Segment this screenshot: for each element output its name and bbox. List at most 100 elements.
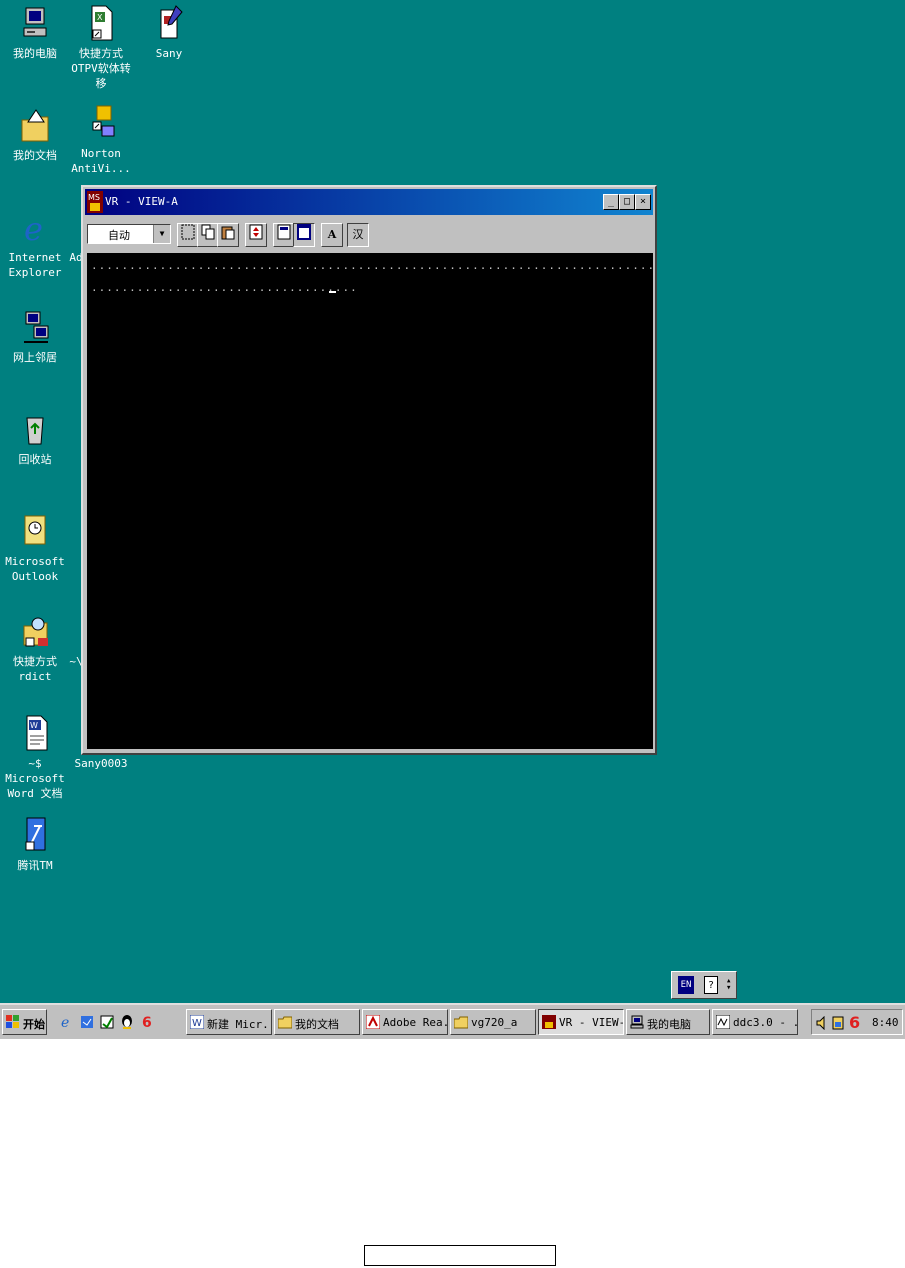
properties-button[interactable] — [273, 223, 295, 247]
svg-text:6: 6 — [849, 1013, 860, 1031]
options-arrows-icon[interactable]: ▴ ▾ — [726, 977, 731, 993]
desktop-icon-label: Internet Explorer — [8, 251, 62, 279]
desktop-icon-label: 我的文档 — [13, 149, 57, 162]
desktop-icon-rdict-shortcut[interactable]: 快捷方式 rdict — [0, 612, 70, 684]
desktop-icon-my-documents[interactable]: 我的文档 — [0, 106, 70, 163]
ddc-icon — [715, 1014, 731, 1030]
excel-shortcut-icon: X — [84, 4, 118, 44]
maximize-button[interactable]: □ — [619, 194, 635, 210]
svg-text:e: e — [61, 1015, 69, 1030]
desktop-icon-word-doc[interactable]: W ~$ Microsoft Word 文档 — [0, 714, 70, 801]
task-label: ddc3.0 - ... — [733, 1016, 797, 1029]
paste-button[interactable] — [217, 223, 239, 247]
svg-text:6: 6 — [142, 1015, 152, 1030]
help-icon[interactable]: ? — [704, 976, 718, 994]
task-button-vr-view-a[interactable]: VR - VIEW-A — [538, 1009, 624, 1035]
font-size-combo-value: 自动 — [108, 229, 130, 242]
desktop-icon-label: 网上邻居 — [13, 351, 57, 364]
tencent-quicklaunch-icon[interactable]: 6 — [140, 1014, 154, 1031]
background-button[interactable] — [293, 223, 315, 247]
app-icon: MS — [87, 191, 103, 213]
start-button[interactable]: 开始 — [2, 1009, 47, 1035]
desktop-icon-recycle-bin[interactable]: 回收站 — [0, 410, 70, 467]
svg-text:e: e — [24, 210, 43, 248]
ie-quicklaunch-icon[interactable]: e — [60, 1014, 74, 1031]
start-label: 开始 — [23, 1018, 45, 1031]
desktop-icon-tencent-tm[interactable]: 腾讯TM — [0, 816, 70, 873]
language-bar: EN ? ▴ ▾ — [671, 971, 737, 999]
desktop-icon-outlook[interactable]: Microsoft Outlook — [0, 512, 70, 584]
desktop-icon-label: Sany — [155, 47, 183, 60]
paste-icon — [221, 226, 235, 240]
desktop-icon-norton[interactable]: Norton AntiVi... — [66, 104, 136, 176]
desktop: 我的电脑 X 快捷方式 OTPV软体转移 Sany 我的文档 Norton An… — [0, 0, 905, 1003]
app-icon — [542, 1015, 556, 1029]
text-cursor — [329, 291, 336, 293]
properties-icon — [277, 224, 291, 240]
clock[interactable]: 8:40 — [872, 1016, 899, 1029]
desktop-icon-label: 回收站 — [18, 453, 52, 466]
task-button-adobe-reader[interactable]: Adobe Rea... — [362, 1009, 448, 1035]
word-document-icon: W — [18, 714, 52, 754]
desktop-icon-network[interactable]: 网上邻居 — [0, 308, 70, 365]
computer-icon — [630, 1015, 644, 1029]
task-button-word[interactable]: W 新建 Micr... — [186, 1009, 272, 1035]
desktop-icon-my-computer[interactable]: 我的电脑 — [0, 4, 70, 61]
desktop-icon-label: 快捷方式 OTPV软体转移 — [71, 47, 131, 90]
desktop-icon-label: Norton AntiVi... — [71, 147, 131, 175]
task-label: 新建 Micr... — [207, 1018, 271, 1031]
marquee-select-icon — [181, 224, 195, 240]
chevron-down-icon[interactable]: ▼ — [153, 225, 170, 243]
tencent-tray-icon[interactable]: 6 — [848, 1013, 862, 1035]
outlook-express-quicklaunch-icon[interactable] — [80, 1014, 94, 1030]
adobe-reader-icon — [365, 1014, 381, 1030]
folder-icon — [18, 106, 52, 146]
desktop-icon-label: 快捷方式 rdict — [13, 655, 57, 683]
chinese-mode-button[interactable]: 汉 — [347, 223, 369, 247]
copy-button[interactable] — [197, 223, 219, 247]
task-button-my-computer[interactable]: 我的电脑 — [626, 1009, 710, 1035]
desktop-icon-internet-explorer[interactable]: e Internet Explorer — [0, 208, 70, 280]
task-button-my-documents[interactable]: 我的文档 — [274, 1009, 360, 1035]
folder-icon — [277, 1015, 293, 1029]
outlook-icon — [18, 512, 52, 552]
norton-antivirus-icon — [84, 104, 118, 144]
network-tray-icon[interactable] — [832, 1015, 844, 1034]
task-label: 我的文档 — [295, 1018, 339, 1031]
terminal-line: ................................... — [91, 281, 358, 294]
network-neighborhood-icon — [18, 308, 52, 348]
select-tool-button[interactable] — [177, 223, 199, 247]
fullscreen-button[interactable] — [245, 223, 267, 247]
recycle-bin-icon — [18, 410, 52, 450]
desktop-icon-sany[interactable]: Sany — [134, 4, 204, 61]
desktop-icon-label: Microsoft Outlook — [5, 555, 65, 583]
window-title: VR - VIEW-A — [105, 195, 178, 208]
qq-quicklaunch-icon[interactable] — [120, 1014, 134, 1030]
svg-text:MS: MS — [88, 193, 100, 202]
svg-text:W: W — [192, 1018, 202, 1029]
window-titlebar[interactable]: MS VR - VIEW-A _ □ × — [85, 189, 653, 215]
minimize-button[interactable]: _ — [603, 194, 619, 210]
fullscreen-icon — [249, 224, 263, 240]
close-button[interactable]: × — [635, 194, 651, 210]
notepad-quicklaunch-icon[interactable] — [100, 1014, 114, 1030]
task-label: vg720_a — [471, 1016, 518, 1029]
internet-explorer-icon: e — [18, 208, 52, 248]
input-language-indicator[interactable]: EN — [678, 976, 694, 994]
desktop-icon-otpv-shortcut[interactable]: X 快捷方式 OTPV软体转移 — [66, 4, 136, 91]
desktop-icon-label: Sany0003 — [74, 757, 128, 770]
terminal-line: ........................................… — [91, 259, 653, 272]
task-label: Adobe Rea... — [383, 1016, 447, 1029]
font-button[interactable]: A — [321, 223, 343, 247]
terminal-screen[interactable]: ........................................… — [87, 253, 653, 749]
copy-icon — [201, 224, 215, 240]
vr-view-window: MS VR - VIEW-A _ □ × 自动 ▼ A 汉 ..........… — [81, 185, 657, 755]
font-size-combo[interactable]: 自动 ▼ — [87, 224, 171, 244]
desktop-icon-label: 腾讯TM — [17, 859, 53, 872]
window-icon — [297, 224, 311, 240]
task-button-ddc3[interactable]: ddc3.0 - ... — [712, 1009, 798, 1035]
task-button-vg720[interactable]: vg720_a — [450, 1009, 536, 1035]
volume-icon[interactable] — [816, 1015, 828, 1034]
system-tray: 6 8:40 — [811, 1009, 903, 1035]
svg-text:X: X — [97, 13, 103, 22]
